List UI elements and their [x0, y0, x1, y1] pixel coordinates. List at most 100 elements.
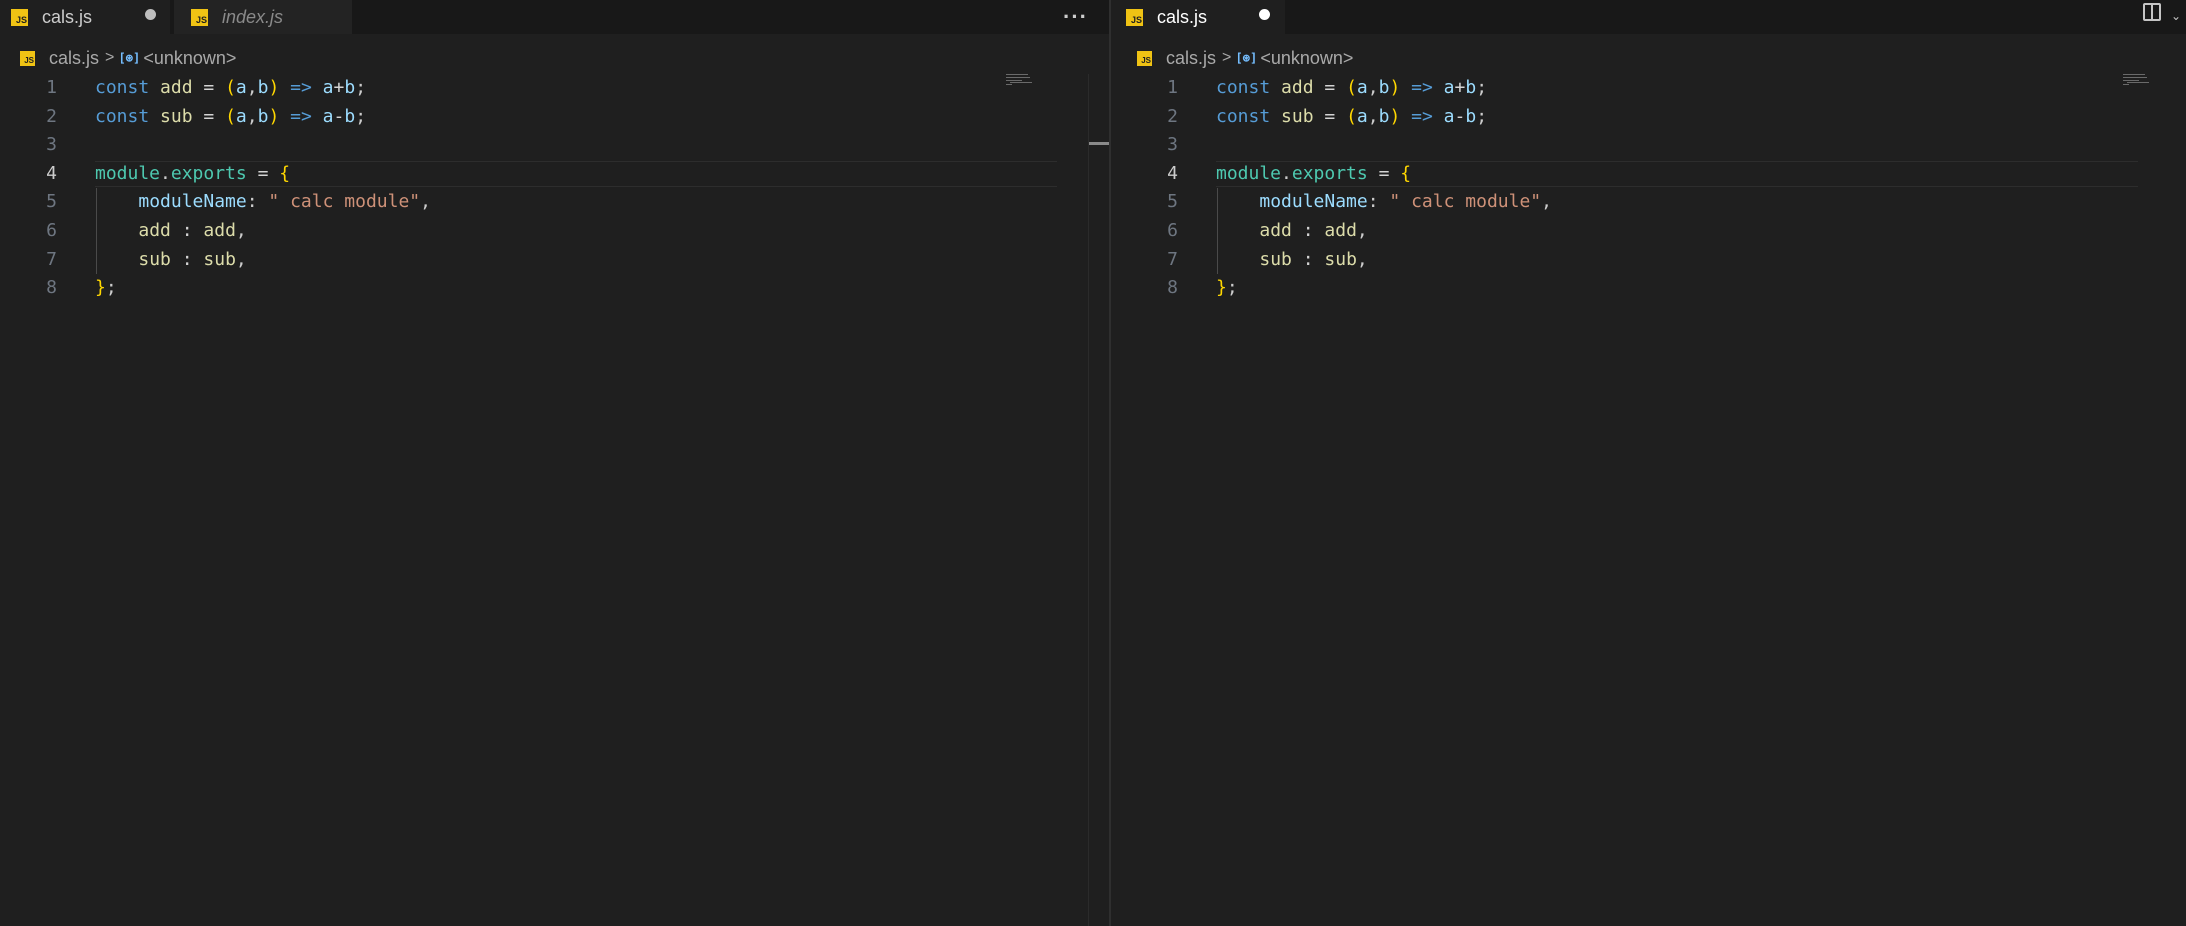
right-editor-group: JS cals.js ⌄ JS cals.js > [⊛] <unknown> … [1111, 0, 2186, 926]
code-line[interactable]: 3 [1138, 131, 2178, 160]
code-token: : [170, 248, 204, 270]
js-file-icon: JS [20, 50, 35, 66]
code-token: => [290, 77, 312, 98]
code-token: , [1356, 248, 1368, 270]
code-line[interactable]: 7 sub : sub, [17, 246, 1097, 275]
code-token: a [1443, 77, 1455, 98]
code-token: b [1465, 105, 1477, 127]
code-token: exports [170, 162, 247, 184]
code-line[interactable]: 7 sub : sub, [1138, 246, 2178, 275]
breadcrumb: JS cals.js > [⊛] <unknown> [20, 46, 236, 70]
code-line[interactable]: 2 const sub = (a,b) => a-b; [17, 103, 1097, 132]
code-token: module [95, 162, 161, 184]
indent-guide [96, 188, 97, 275]
code-token: ( [1346, 77, 1357, 98]
code-line[interactable]: 2 const sub = (a,b) => a-b; [1138, 103, 2178, 132]
line-number: 7 [1167, 248, 1178, 270]
vscode-window: JS cals.js JS index.js ··· JS cals.js > … [0, 0, 2186, 926]
symbol-variable-icon: [⊛] [1235, 51, 1258, 65]
code-line[interactable]: 4 module.exports = { [17, 160, 1097, 189]
code-token: . [160, 162, 171, 184]
unsaved-dot-icon[interactable] [1259, 9, 1270, 20]
code-token: => [1411, 105, 1433, 127]
code-editor-right[interactable]: 1 const add = (a,b) => a+b; 2 const sub = (… [1138, 74, 2178, 303]
tab-cals-js-left[interactable]: JS cals.js [0, 0, 170, 34]
code-line[interactable]: 6 add : add, [17, 217, 1097, 246]
code-line[interactable]: 1 const add = (a,b) => a+b; [17, 74, 1097, 103]
line-content: moduleName: " calc module", [95, 188, 431, 217]
code-token: , [1541, 191, 1552, 213]
code-token: module [1216, 162, 1282, 184]
breadcrumb-file[interactable]: cals.js [1166, 48, 1216, 69]
line-number: 2 [46, 105, 57, 127]
minimap-left[interactable] [1006, 74, 1036, 86]
tab-cals-js-right[interactable]: JS cals.js [1111, 0, 1285, 34]
code-line[interactable]: 5 moduleName: " calc module", [1138, 188, 2178, 217]
code-token: ) [1389, 77, 1401, 98]
code-token: a [235, 105, 247, 127]
line-content: module.exports = { [95, 160, 290, 189]
unsaved-dot-icon[interactable] [145, 9, 156, 20]
line-number: 4 [1167, 162, 1178, 184]
split-editor-icon[interactable] [2143, 3, 2161, 21]
code-token: add [1259, 219, 1292, 241]
left-editor-group: JS cals.js JS index.js ··· JS cals.js > … [0, 0, 1110, 926]
breadcrumb-separator: > [105, 49, 115, 66]
code-line[interactable]: 6 add : add, [1138, 217, 2178, 246]
line-number: 5 [1167, 191, 1178, 213]
code-line[interactable]: 4 module.exports = { [1138, 160, 2178, 189]
code-line[interactable]: 8}; [1138, 274, 2178, 303]
code-token: ; [355, 77, 367, 98]
code-token: } [95, 277, 106, 299]
more-actions-icon[interactable]: ··· [1063, 0, 1088, 34]
breadcrumb-symbol[interactable]: <unknown> [1260, 48, 1353, 69]
code-token: const [95, 77, 150, 98]
line-content: const sub = (a,b) => a-b; [95, 103, 366, 132]
line-number: 3 [1167, 134, 1178, 156]
line-content: module.exports = { [1216, 160, 1411, 189]
code-token: " calc module" [268, 191, 421, 213]
code-token: sub [1324, 248, 1357, 270]
code-token: sub [138, 248, 171, 270]
chevron-down-icon[interactable]: ⌄ [2171, 9, 2181, 23]
code-token: a [322, 105, 334, 127]
code-line[interactable]: 3 [17, 131, 1097, 160]
minimap-right[interactable] [2123, 74, 2153, 86]
code-token: sub [203, 248, 236, 270]
code-editor-left[interactable]: 1 const add = (a,b) => a+b; 2 const sub = (… [17, 74, 1097, 303]
scroll-position-marker [1089, 142, 1109, 145]
code-token: b [344, 105, 356, 127]
code-line[interactable]: 1 const add = (a,b) => a+b; [1138, 74, 2178, 103]
tab-index-js[interactable]: JS index.js [174, 0, 352, 34]
breadcrumb-file[interactable]: cals.js [49, 48, 99, 69]
code-line[interactable]: 5 moduleName: " calc module", [17, 188, 1097, 217]
line-content: add : add, [95, 217, 247, 246]
code-token: , [420, 191, 431, 213]
code-token: { [279, 162, 291, 184]
code-token: ) [268, 77, 280, 98]
js-file-icon: JS [11, 8, 28, 26]
code-token: b [257, 77, 269, 98]
code-token: , [1356, 219, 1368, 241]
code-token: a [322, 77, 334, 98]
code-line[interactable]: 8}; [17, 274, 1097, 303]
breadcrumb-symbol[interactable]: <unknown> [143, 48, 236, 69]
code-token: = [1313, 105, 1347, 127]
code-token: , [235, 219, 247, 241]
line-number: 3 [46, 134, 57, 156]
code-token: + [333, 77, 345, 98]
code-token: ; [1476, 77, 1488, 98]
code-token: { [1400, 162, 1412, 184]
line-content: }; [1216, 274, 1238, 303]
code-token: add [1324, 219, 1357, 241]
line-content: sub : sub, [1216, 246, 1368, 275]
scrollbar-left[interactable] [1088, 74, 1089, 926]
